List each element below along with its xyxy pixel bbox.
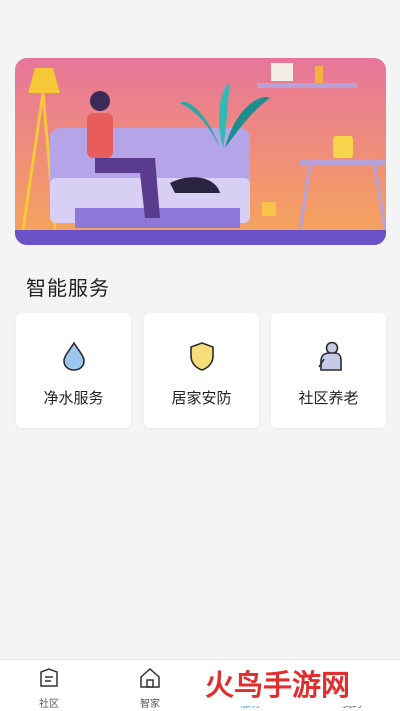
water-drop-icon (62, 341, 85, 371)
service-grid: 净水服务 居家安防 社区养老 (16, 313, 386, 428)
water-service-card[interactable]: 净水服务 (16, 313, 131, 428)
home-security-card[interactable]: 居家安防 (144, 313, 259, 428)
water-service-label: 净水服务 (43, 389, 104, 407)
tab-community[interactable]: 社区 (19, 666, 79, 710)
home-icon (140, 667, 160, 688)
section-title: 智能服务 (26, 276, 110, 300)
watermark-text: 火鸟手游网 (205, 668, 350, 702)
shield-icon (189, 342, 214, 371)
elderly-care-card[interactable]: 社区养老 (271, 313, 386, 428)
tab-community-label: 社区 (39, 699, 59, 710)
banner-illustration (15, 58, 386, 245)
tab-smart-home[interactable]: 智家 (120, 666, 180, 710)
elderly-icon (317, 341, 342, 371)
watermark-logo: 火鸟手游网 (205, 662, 385, 706)
community-icon (40, 668, 58, 687)
home-security-label: 居家安防 (171, 389, 232, 407)
tab-smart-home-label: 智家 (140, 699, 160, 710)
elderly-care-label: 社区养老 (298, 389, 359, 407)
promo-banner[interactable] (15, 58, 386, 245)
watermark-graphic: 火鸟手游网 (205, 668, 350, 702)
